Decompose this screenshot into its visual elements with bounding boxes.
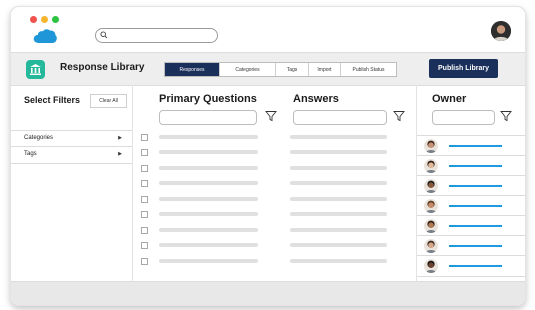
tab-bar: Responses Categories Tags Import Publish… [164,62,397,77]
answer-placeholder [290,150,387,154]
filter-tags[interactable]: Tags ▶ [11,146,132,164]
app-window: Response Library Responses Categories Ta… [10,6,526,306]
tab-categories[interactable]: Categories [220,63,276,76]
owner-name-placeholder [449,205,502,207]
owner-row[interactable] [417,135,525,156]
question-placeholder [159,135,258,139]
footer-bar [11,281,525,305]
search-input[interactable] [95,28,218,43]
question-placeholder [159,166,258,170]
filter-tags-label: Tags [24,151,37,157]
owner-row[interactable] [417,175,525,196]
clear-all-button[interactable]: Clear All [90,94,127,108]
cloud-logo-icon[interactable] [33,27,57,44]
close-window-dot[interactable] [30,16,37,23]
filter-icon[interactable] [500,110,512,122]
bank-icon [26,60,45,79]
owner-row[interactable] [417,195,525,216]
filter-categories[interactable]: Categories ▶ [11,130,132,147]
filter-icon[interactable] [393,110,405,122]
owner-name-placeholder [449,245,502,247]
owner-row[interactable] [417,235,525,256]
row-checkbox[interactable] [141,242,148,249]
question-placeholder [159,212,258,216]
owner-name-placeholder [449,225,502,227]
filters-panel: Select Filters Clear All Categories ▶ Ta… [11,85,133,281]
question-placeholder [159,150,258,154]
owner-row[interactable] [417,155,525,176]
row-checkbox[interactable] [141,258,148,265]
question-placeholder [159,181,258,185]
owner-row[interactable] [417,215,525,236]
owner-name-placeholder [449,185,502,187]
maximize-window-dot[interactable] [52,16,59,23]
owner-name-placeholder [449,265,502,267]
row-checkbox[interactable] [141,180,148,187]
minimize-window-dot[interactable] [41,16,48,23]
question-placeholder [159,197,258,201]
app-title: Response Library [60,62,145,73]
owner-filter-input[interactable] [432,110,495,125]
answer-placeholder [290,135,387,139]
owner-row[interactable] [417,255,525,277]
question-placeholder [159,243,258,247]
row-checkbox[interactable] [141,211,148,218]
tab-import[interactable]: Import [309,63,341,76]
row-checkbox[interactable] [141,149,148,156]
tab-responses[interactable]: Responses [165,63,220,76]
tab-tags[interactable]: Tags [276,63,309,76]
answers-header: Answers [293,93,339,105]
chevron-right-icon: ▶ [118,151,122,157]
avatar [424,179,438,193]
row-checkbox[interactable] [141,196,148,203]
avatar [424,239,438,253]
owner-panel: Owner [416,85,525,281]
primary-questions-header: Primary Questions [159,93,257,105]
answer-placeholder [290,243,387,247]
avatar [424,199,438,213]
answers-filter-input[interactable] [293,110,387,125]
owner-name-placeholder [449,165,502,167]
question-placeholder [159,259,258,263]
avatar [424,139,438,153]
row-checkbox[interactable] [141,227,148,234]
owner-header: Owner [432,93,467,105]
answer-placeholder [290,212,387,216]
primary-questions-filter-input[interactable] [159,110,257,125]
avatar [424,219,438,233]
avatar [424,159,438,173]
answer-placeholder [290,166,387,170]
tab-publish-status[interactable]: Publish Status [341,63,396,76]
avatar [424,259,438,273]
filter-categories-label: Categories [24,135,54,141]
toolbar: Response Library Responses Categories Ta… [11,52,525,86]
publish-library-button[interactable]: Publish Library [429,59,498,78]
answer-placeholder [290,181,387,185]
chevron-right-icon: ▶ [118,135,122,141]
answer-placeholder [290,228,387,232]
question-placeholder [159,228,258,232]
row-checkbox[interactable] [141,134,148,141]
user-avatar[interactable] [491,21,511,41]
row-checkbox[interactable] [141,165,148,172]
answer-placeholder [290,197,387,201]
answer-placeholder [290,259,387,263]
filter-icon[interactable] [265,110,277,122]
filters-title: Select Filters [24,95,81,105]
search-icon [100,31,108,39]
owner-name-placeholder [449,145,502,147]
